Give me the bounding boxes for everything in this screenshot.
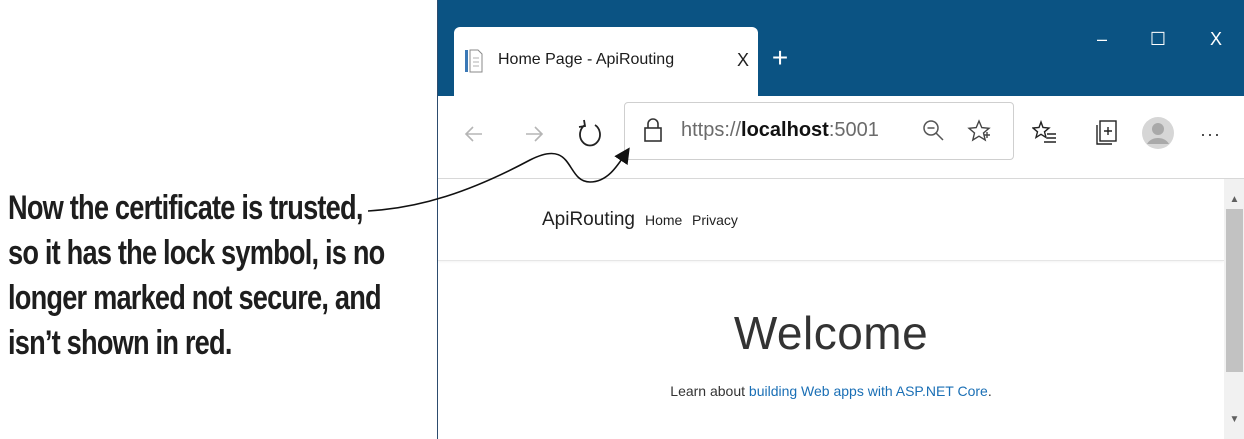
profile-avatar-icon[interactable] xyxy=(1141,116,1175,150)
back-icon[interactable] xyxy=(462,122,486,146)
title-bar: Home Page - ApiRouting X + – ☐ X xyxy=(438,0,1244,96)
maximize-button[interactable]: ☐ xyxy=(1138,22,1178,56)
close-window-button[interactable]: X xyxy=(1196,22,1236,56)
learn-prefix: Learn about xyxy=(670,383,749,399)
new-tab-button[interactable]: + xyxy=(768,44,792,72)
aspnet-docs-link[interactable]: building Web apps with ASP.NET Core xyxy=(749,383,988,399)
minimize-button[interactable]: – xyxy=(1082,22,1122,56)
callout-line-1: Now the certificate is trusted, xyxy=(8,189,363,227)
close-tab-icon[interactable]: X xyxy=(733,49,753,71)
learn-more-text: Learn about building Web apps with ASP.N… xyxy=(438,383,1224,399)
tab-home-page[interactable]: Home Page - ApiRouting X xyxy=(454,27,758,96)
site-brand[interactable]: ApiRouting xyxy=(542,209,635,231)
zoom-out-icon[interactable] xyxy=(922,119,946,143)
collections-icon[interactable] xyxy=(1094,119,1120,147)
browser-toolbar: https://localhost:5001 ··· xyxy=(438,96,1244,179)
vertical-scrollbar[interactable]: ▲ ▼ xyxy=(1224,179,1244,439)
document-icon xyxy=(465,49,483,73)
url-text: https://localhost:5001 xyxy=(681,119,879,142)
callout-text: Now the certificate is trusted, so it ha… xyxy=(8,186,385,366)
favorites-list-icon[interactable] xyxy=(1032,120,1058,146)
forward-icon[interactable] xyxy=(522,122,546,146)
scroll-down-icon[interactable]: ▼ xyxy=(1224,411,1244,429)
page-title: Welcome xyxy=(733,307,929,359)
url-scheme: https:// xyxy=(681,119,742,141)
favorite-star-icon[interactable] xyxy=(967,119,991,143)
callout-line-2: so it has the lock symbol, is no xyxy=(8,234,385,272)
callout-line-3: longer marked not secure, and xyxy=(8,279,382,317)
more-icon[interactable]: ··· xyxy=(1200,124,1221,145)
refresh-icon[interactable] xyxy=(576,119,604,149)
url-host: localhost xyxy=(741,119,829,141)
page-content: ApiRouting Home Privacy Welcome Learn ab… xyxy=(438,179,1224,439)
url-port: :5001 xyxy=(828,119,879,141)
nav-privacy-link[interactable]: Privacy xyxy=(692,212,738,228)
browser-window: Home Page - ApiRouting X + – ☐ X https:/… xyxy=(437,0,1244,439)
callout-line-4: isn’t shown in red. xyxy=(8,324,232,362)
address-bar[interactable]: https://localhost:5001 xyxy=(624,102,1014,160)
scrollbar-thumb[interactable] xyxy=(1226,209,1243,372)
nav-home-link[interactable]: Home xyxy=(645,212,682,228)
tab-title: Home Page - ApiRouting xyxy=(498,51,675,68)
lock-icon xyxy=(644,118,662,142)
learn-suffix: . xyxy=(987,383,992,399)
scroll-up-icon[interactable]: ▲ xyxy=(1224,191,1244,209)
site-navbar: ApiRouting Home Privacy xyxy=(438,179,1224,261)
